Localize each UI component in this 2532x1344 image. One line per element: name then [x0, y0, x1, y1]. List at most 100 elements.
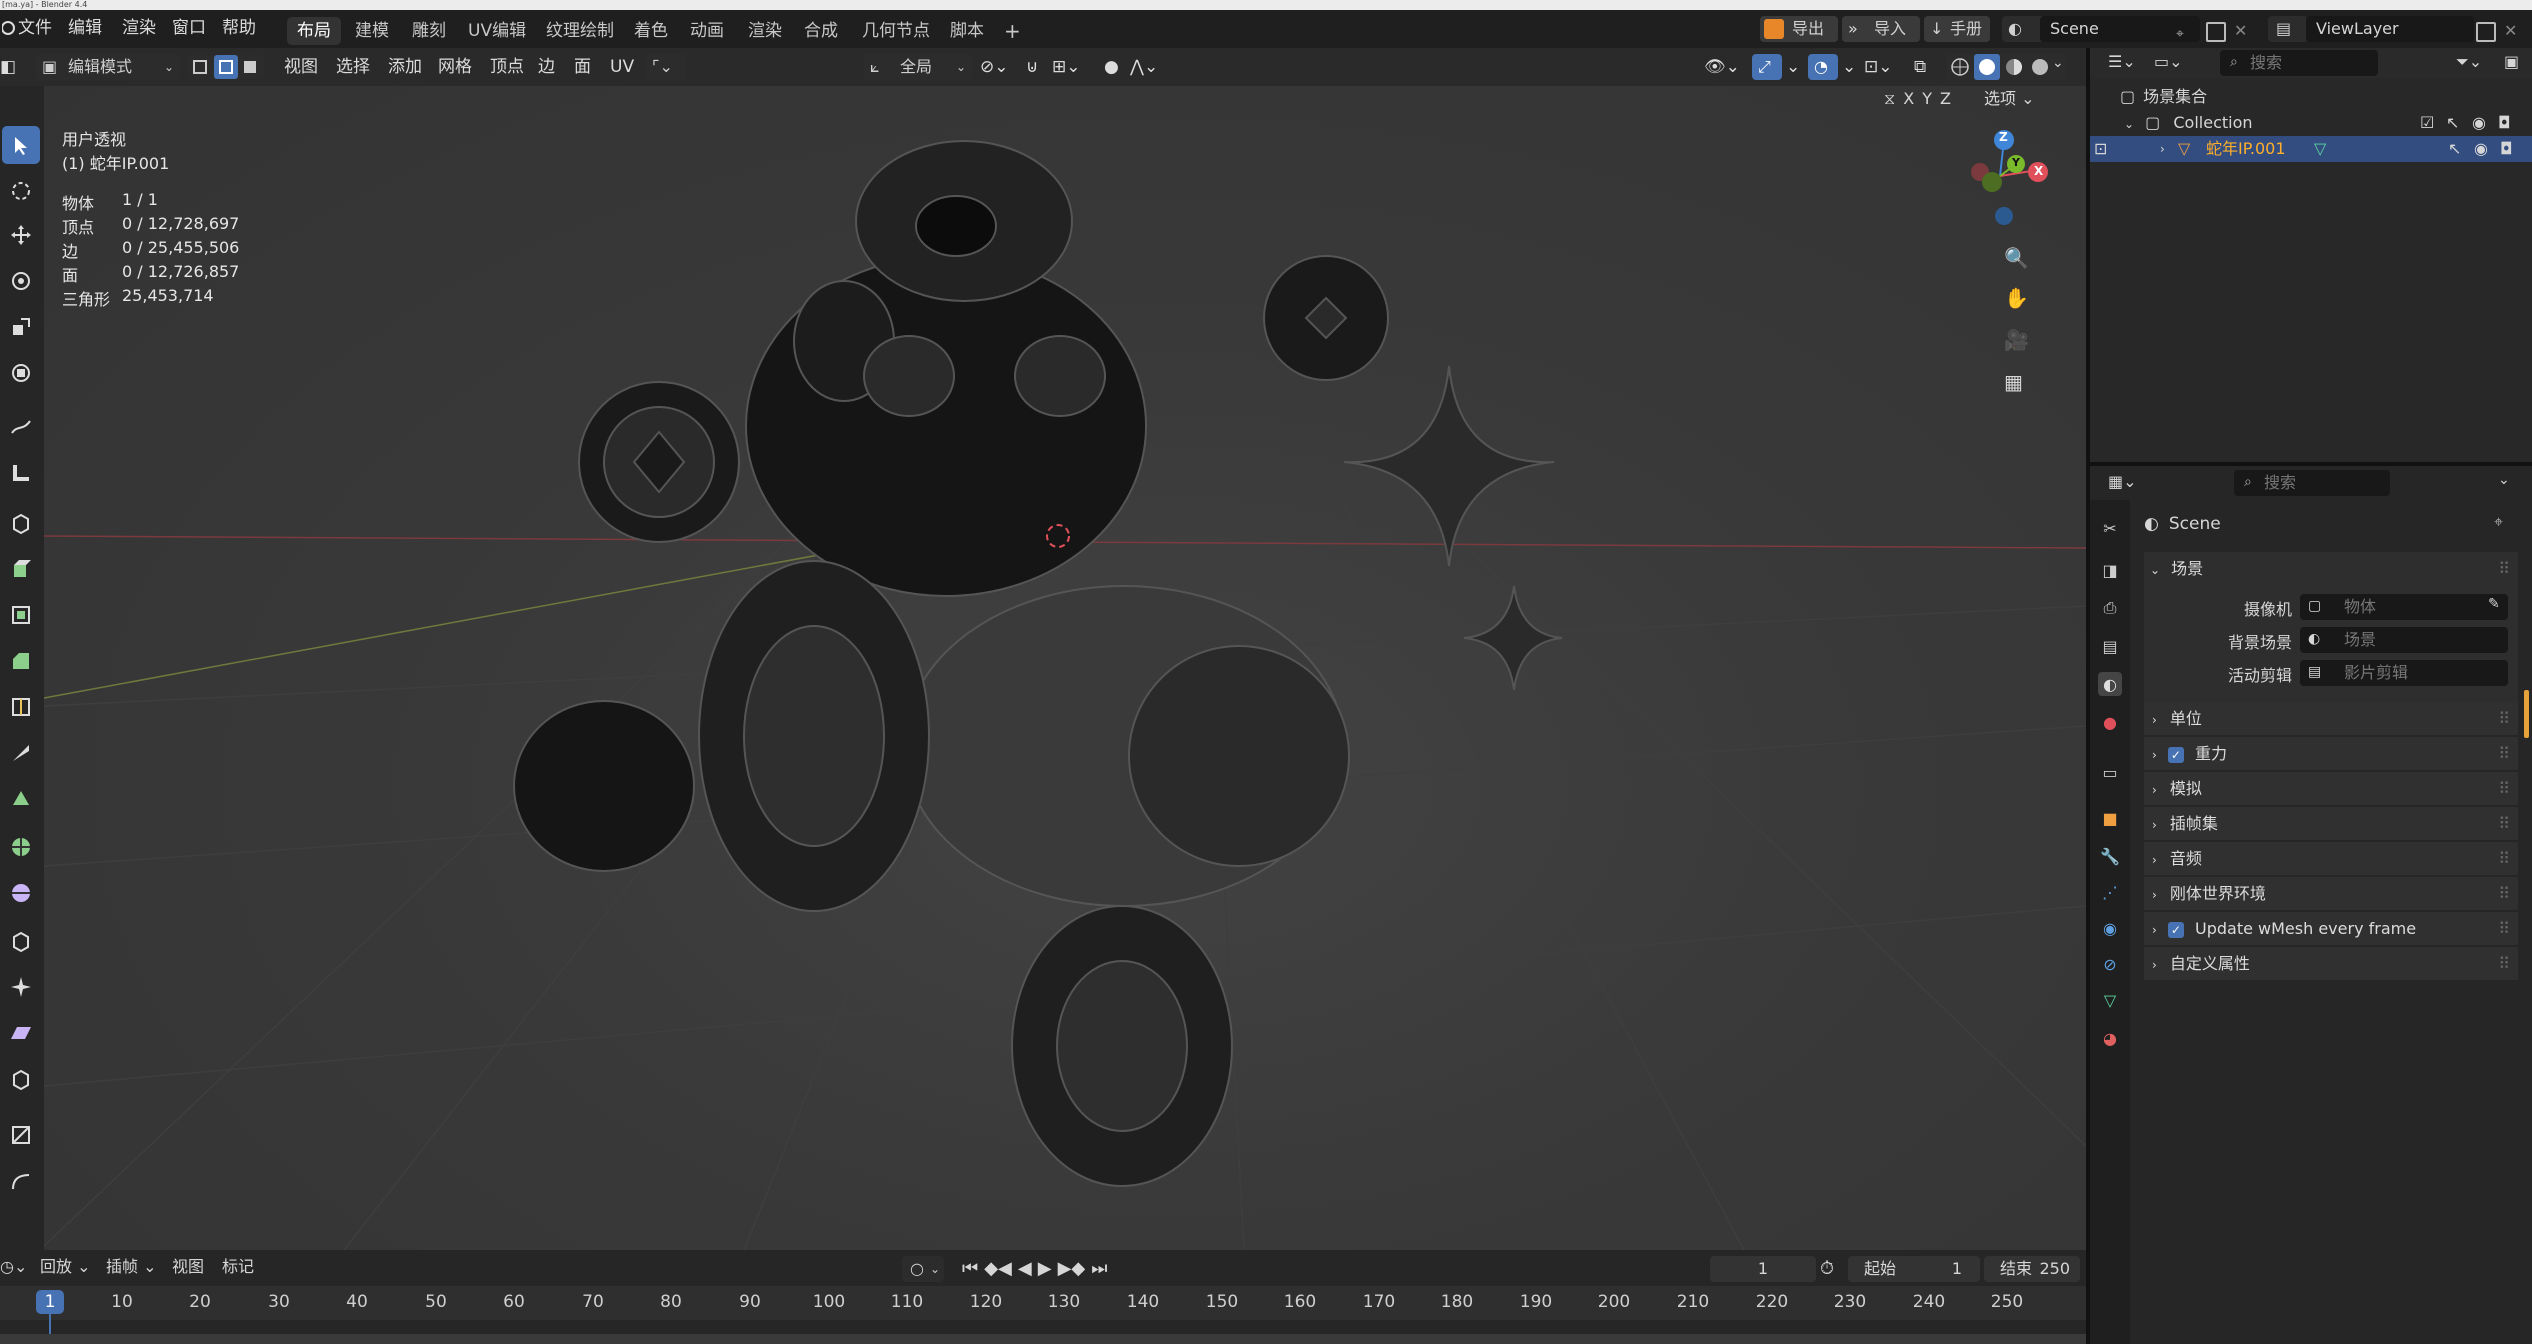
- jump-end-icon[interactable]: ⏭: [1091, 1256, 1107, 1282]
- menu-file[interactable]: 文件: [18, 10, 52, 48]
- scene-tab-icon[interactable]: ◐: [2098, 672, 2122, 696]
- transform-orientation-selector[interactable]: ⟀ 全局 ⌄: [864, 54, 972, 80]
- object-tab-icon[interactable]: ■: [2098, 806, 2122, 830]
- tab-rendering[interactable]: 渲染: [738, 17, 792, 45]
- mesh-edit-overlay-icon[interactable]: ⊡⌄: [1864, 48, 1893, 86]
- tab-scripting[interactable]: 脚本: [940, 17, 994, 45]
- editor-type-icon[interactable]: ◧: [0, 48, 16, 86]
- tab-shading[interactable]: 着色: [624, 17, 678, 45]
- camera-view-icon[interactable]: 🎥: [2004, 328, 2029, 352]
- pivot-point-icon[interactable]: ⊘⌄: [980, 48, 1009, 86]
- shading-menu-icon[interactable]: ⌄: [2052, 55, 2064, 71]
- falloff-icon[interactable]: ⋀⌄: [1130, 48, 1158, 86]
- transform-tool-icon[interactable]: [2, 354, 40, 392]
- chevron-right-icon[interactable]: ›: [2160, 136, 2165, 162]
- edge-slide-tool-icon[interactable]: [2, 922, 40, 960]
- tab-animation[interactable]: 动画: [680, 17, 734, 45]
- curve-tool-icon[interactable]: [2, 1162, 40, 1200]
- zoom-icon[interactable]: 🔍: [2004, 246, 2029, 270]
- menu-vertex[interactable]: 顶点: [490, 48, 524, 86]
- rip-tool-icon[interactable]: [2, 1060, 40, 1098]
- pin-icon[interactable]: ⌖: [2176, 26, 2184, 42]
- tab-layout[interactable]: 布局: [287, 17, 341, 45]
- scene-panel-header[interactable]: ⌄ 场景 ⠿: [2144, 552, 2518, 585]
- scrollbar[interactable]: [2524, 690, 2529, 738]
- simulation-panel[interactable]: › 模拟 ⠿: [2144, 772, 2518, 805]
- tab-modeling[interactable]: 建模: [345, 17, 399, 45]
- menu-uv[interactable]: UV: [610, 48, 634, 86]
- gizmo-toggle-icon[interactable]: ⤢: [1752, 54, 1782, 80]
- measure-tool-icon[interactable]: [2, 454, 40, 492]
- background-scene-field[interactable]: 场景: [2300, 627, 2508, 653]
- perspective-toggle-icon[interactable]: ▦: [2004, 370, 2023, 394]
- marker-menu[interactable]: 标记: [222, 1252, 254, 1282]
- mode-selector[interactable]: ▣ 编辑模式 ⌄: [36, 54, 180, 80]
- rigid-body-world-panel[interactable]: › 刚体世界环境 ⠿: [2144, 877, 2518, 910]
- pin-icon[interactable]: ⌖: [2494, 512, 2503, 532]
- rendered-shading-icon[interactable]: [2030, 57, 2050, 77]
- display-mode-icon[interactable]: ▭⌄: [2154, 52, 2183, 71]
- 3d-viewport[interactable]: 用户透视 (1) 蛇年IP.001 物体 1 / 1 顶点 0 / 12,728…: [44, 86, 2086, 1250]
- data-tab-icon[interactable]: ▽: [2098, 988, 2122, 1012]
- constraints-tab-icon[interactable]: ⊘: [2098, 952, 2122, 976]
- eye-icon[interactable]: ◉: [2474, 136, 2488, 162]
- keying-sets-panel[interactable]: › 插帧集 ⠿: [2144, 807, 2518, 840]
- annotate-tool-icon[interactable]: [2, 408, 40, 446]
- new-scene-icon[interactable]: [2206, 22, 2226, 42]
- menu-window[interactable]: 窗口: [172, 10, 206, 48]
- mirror-x-toggle[interactable]: X: [1903, 86, 1914, 112]
- physics-tab-icon[interactable]: ◉: [2098, 916, 2122, 940]
- tool-tab-icon[interactable]: ✂: [2098, 516, 2122, 540]
- close-icon[interactable]: ✕: [2234, 21, 2247, 40]
- import-button[interactable]: » 导入: [1842, 16, 1920, 42]
- tab-sculpting[interactable]: 雕刻: [402, 17, 456, 45]
- wireframe-shading-icon[interactable]: [1950, 57, 1970, 77]
- play-reverse-icon[interactable]: ◀: [1018, 1256, 1032, 1282]
- extrude-tool-icon[interactable]: [2, 550, 40, 588]
- menu-add[interactable]: 添加: [388, 48, 422, 86]
- tab-geometry-nodes[interactable]: 几何节点: [852, 17, 940, 45]
- properties-search-input[interactable]: 搜索: [2234, 470, 2390, 496]
- gravity-panel[interactable]: › ✓ 重力 ⠿: [2144, 737, 2518, 770]
- visibility-icon[interactable]: 👁⌄: [1704, 48, 1740, 86]
- drag-handle-icon[interactable]: ⠿: [2498, 772, 2510, 805]
- poly-build-tool-icon[interactable]: [2, 780, 40, 818]
- shrink-fatten-tool-icon[interactable]: [2, 968, 40, 1006]
- face-select-icon[interactable]: [240, 57, 262, 77]
- tab-uv-editing[interactable]: UV编辑: [458, 17, 536, 45]
- next-keyframe-icon[interactable]: ▶◆: [1058, 1256, 1086, 1282]
- exclude-checkbox[interactable]: ☑: [2420, 110, 2434, 136]
- mesh-select-tool-icon[interactable]: [2, 1116, 40, 1154]
- snap-target-icon[interactable]: ⊞⌄: [1052, 48, 1081, 86]
- edit-mode-icon[interactable]: ⊡: [2094, 136, 2107, 162]
- options-chevron-icon[interactable]: ⌄: [2498, 472, 2510, 488]
- solid-shading-icon[interactable]: [1974, 54, 2000, 80]
- world-tab-icon[interactable]: ●: [2098, 710, 2122, 734]
- rotate-tool-icon[interactable]: [2, 262, 40, 300]
- current-frame-field[interactable]: 1: [1710, 1256, 1816, 1282]
- drag-handle-icon[interactable]: ⠿: [2498, 912, 2510, 945]
- render-camera-icon[interactable]: ◘: [2500, 136, 2513, 162]
- export-button[interactable]: 导出: [1760, 16, 1838, 42]
- vertex-select-icon[interactable]: [190, 57, 212, 77]
- drag-handle-icon[interactable]: ⠿: [2498, 702, 2510, 735]
- proportional-edit-icon[interactable]: ●: [1104, 48, 1119, 86]
- camera-field[interactable]: 物体: [2300, 594, 2508, 620]
- snap-icon[interactable]: ⊍: [1026, 48, 1038, 86]
- edge-select-icon[interactable]: [214, 55, 238, 79]
- collection-tab-icon[interactable]: ▭: [2098, 760, 2122, 784]
- mirror-z-toggle[interactable]: Z: [1940, 86, 1951, 112]
- bevel-tool-icon[interactable]: [2, 642, 40, 680]
- new-collection-icon[interactable]: ▣: [2504, 52, 2519, 71]
- chevron-down-icon[interactable]: ⌄: [2124, 117, 2134, 131]
- overlay-toggle-icon[interactable]: ◔: [1808, 54, 1838, 80]
- spin-tool-icon[interactable]: [2, 828, 40, 866]
- material-tab-icon[interactable]: ◕: [2098, 1026, 2122, 1050]
- blender-logo-icon[interactable]: [2, 10, 18, 48]
- menu-edit[interactable]: 编辑: [68, 10, 102, 48]
- prev-keyframe-icon[interactable]: ◆◀: [984, 1256, 1012, 1282]
- timeline-scrollbar[interactable]: [0, 1334, 2086, 1344]
- knife-tool-icon[interactable]: [2, 734, 40, 772]
- collection-row[interactable]: ⌄ ▢ Collection ☑ ↖ ◉ ◘: [2124, 110, 2524, 136]
- playback-menu[interactable]: 回放 ⌄: [40, 1252, 91, 1282]
